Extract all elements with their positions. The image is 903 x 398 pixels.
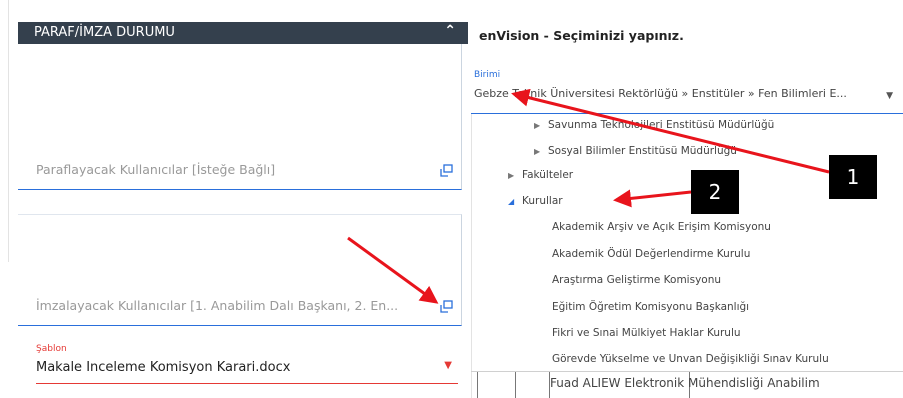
paraf-imza-header[interactable]: PARAF/İMZA DURUMU ⌃ [18,22,468,44]
expand-icon[interactable]: ▶ [534,147,548,156]
tree-item-child[interactable]: Akademik Arşiv ve Açık Erişim Komisyonu [552,221,771,233]
left-border [8,0,9,262]
chevron-up-icon[interactable]: ⌃ [444,23,456,39]
tree-item-child[interactable]: Eğitim Öğretim Komisyonu Başkanlığı [552,301,749,313]
paraflayacak-field[interactable]: Paraflayacak Kullanıcılar [İsteğe Bağlı] [18,44,462,190]
tree-item-child[interactable]: Akademik Ödül Değerlendirme Kurulu [552,248,750,260]
popup-select-icon[interactable] [440,164,453,177]
caret-down-icon[interactable]: ▼ [886,91,893,101]
sablon-select[interactable]: Şablon Makale Inceleme Komisyon Karari.d… [36,344,458,384]
collapse-icon[interactable]: ◢ [508,197,522,206]
imzalayacak-field[interactable]: İmzalayacak Kullanıcılar [1. Anabilim Da… [18,214,462,326]
expand-icon[interactable]: ▶ [508,171,522,180]
birimi-label: Birimi [474,70,501,80]
panel-title: PARAF/İMZA DURUMU [34,25,175,40]
tree-item-child[interactable]: Görevde Yükselme ve Unvan Değişikliği Sı… [552,353,829,365]
tree-item-kurullar[interactable]: ◢ Kurullar [508,195,563,207]
sablon-value: Makale Inceleme Komisyon Karari.docx [36,360,291,375]
sablon-label: Şablon [36,344,67,354]
birimi-dropdown[interactable]: Gebze Teknik Üniversitesi Rektörlüğü » E… [471,82,903,114]
caret-down-icon[interactable]: ▼ [444,360,452,371]
tree-item-fakulteler[interactable]: ▶ Fakülteler [508,169,573,181]
callout-2: 2 [691,170,739,214]
imzalayacak-label: İmzalayacak Kullanıcılar [1. Anabilim Da… [36,298,399,313]
tree-item-child[interactable]: Fikri ve Sınai Mülkiyet Haklar Kurulu [552,327,741,339]
tree-item-sosyal[interactable]: ▶ Sosyal Bilimler Enstitüsü Müdürlüğü [534,145,737,157]
tree-item-savunma[interactable]: ▶ Savunma Teknolojileri Enstitüsü Müdürlü… [534,119,774,131]
tree-item-child[interactable]: Araştırma Geliştirme Komisyonu [552,274,721,286]
dialog-title: enVision - Seçiminizi yapınız. [479,28,684,43]
popup-select-icon[interactable] [440,300,453,313]
paraflayacak-label: Paraflayacak Kullanıcılar [İsteğe Bağlı] [36,162,276,177]
callout-1: 1 [829,155,877,199]
birimi-value: Gebze Teknik Üniversitesi Rektörlüğü » E… [474,87,847,100]
background-row-text: Fuad ALIEW Elektronik Mühendisliği Anabi… [550,376,820,390]
expand-icon[interactable]: ▶ [534,121,548,130]
